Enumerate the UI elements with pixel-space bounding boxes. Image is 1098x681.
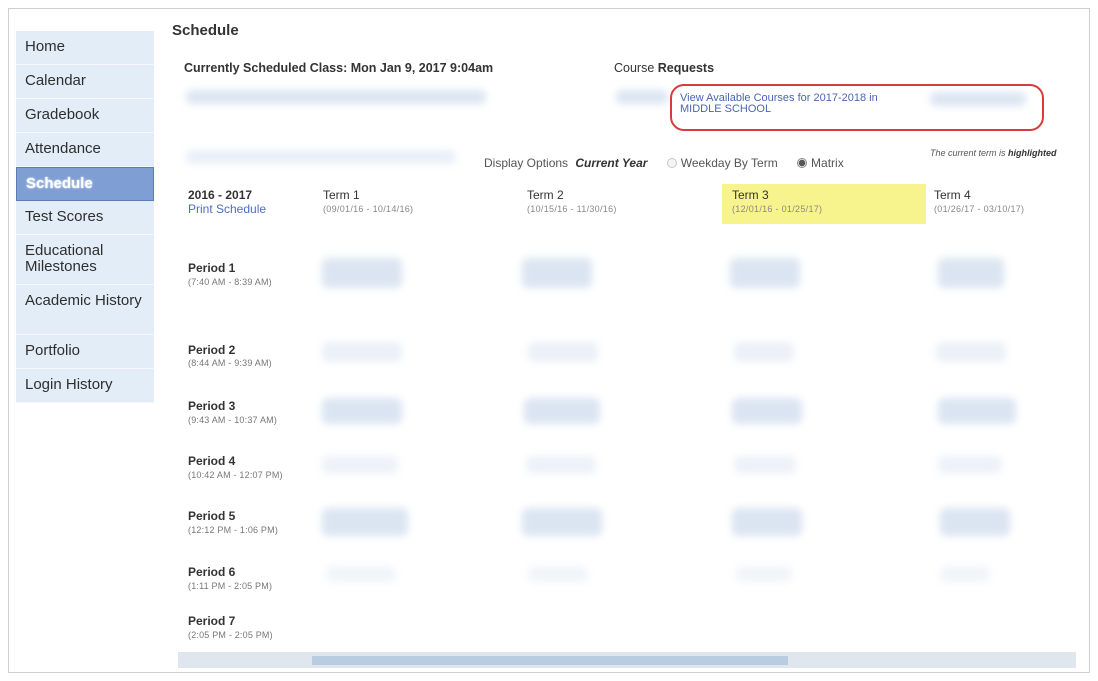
note-prefix: The current term is bbox=[930, 148, 1006, 158]
redacted-class-cell bbox=[522, 508, 602, 536]
requests-label: Requests bbox=[657, 61, 715, 75]
sidebar-item-academic-history[interactable]: Academic History bbox=[16, 285, 154, 335]
display-options: Display Options Current Year Weekday By … bbox=[484, 156, 844, 170]
scheduled-class-text: Currently Scheduled Class: Mon Jan 9, 20… bbox=[184, 61, 494, 75]
period-time: (10:42 AM - 12:07 PM) bbox=[188, 470, 283, 480]
redacted-block bbox=[616, 90, 668, 104]
sidebar-item-portfolio[interactable]: Portfolio bbox=[16, 335, 154, 369]
period-time: (9:43 AM - 10:37 AM) bbox=[188, 415, 278, 425]
redacted-class-cell bbox=[938, 258, 1004, 288]
page-title: Schedule bbox=[172, 22, 239, 39]
term-header: Term 4 bbox=[934, 188, 971, 202]
matrix-option-label[interactable]: Matrix bbox=[811, 156, 844, 170]
redacted-class-cell bbox=[322, 258, 402, 288]
redacted-class-cell bbox=[938, 456, 1002, 474]
current-term-note: The current term is highlighted bbox=[930, 148, 1057, 158]
period-label: Period 7 bbox=[188, 614, 236, 628]
sidebar-item-test-scores[interactable]: Test Scores bbox=[16, 201, 154, 235]
school-year: 2016 - 2017 bbox=[188, 188, 253, 202]
period-label: Period 6 bbox=[188, 565, 236, 579]
redacted-class-cell bbox=[322, 456, 398, 474]
weekday-radio[interactable] bbox=[666, 158, 677, 168]
redacted-class-cell bbox=[936, 342, 1006, 362]
redacted-class-cell bbox=[528, 566, 588, 582]
period-label: Period 4 bbox=[188, 454, 236, 468]
redacted-class-cell bbox=[528, 342, 598, 362]
current-year-label[interactable]: Current Year bbox=[575, 156, 647, 170]
period-label: Period 2 bbox=[188, 343, 236, 357]
period-time: (1:11 PM - 2:05 PM) bbox=[188, 581, 273, 591]
redacted-class-cell bbox=[734, 342, 794, 362]
scrollbar-thumb[interactable] bbox=[312, 656, 788, 665]
period-time: (2:05 PM - 2:05 PM) bbox=[188, 630, 273, 640]
period-label: Period 3 bbox=[188, 399, 236, 413]
redacted-class-cell bbox=[730, 258, 800, 288]
redacted-class-cell bbox=[938, 398, 1016, 424]
course-label: Course bbox=[614, 61, 655, 75]
redacted-class-cell bbox=[322, 508, 408, 536]
view-available-courses-link[interactable]: View Available Courses for 2017-2018 in … bbox=[680, 93, 920, 115]
term-header: Term 1 bbox=[323, 188, 360, 202]
period-time: (7:40 AM - 8:39 AM) bbox=[188, 277, 272, 287]
term-dates: (12/01/16 - 01/25/17) bbox=[732, 204, 823, 214]
course-requests-heading: Course Requests bbox=[614, 61, 714, 75]
redacted-class-cell bbox=[940, 566, 990, 582]
display-options-label: Display Options bbox=[484, 156, 569, 170]
sidebar-item-educational-milestones[interactable]: Educational Milestones bbox=[16, 235, 154, 285]
period-label: Period 5 bbox=[188, 509, 236, 523]
period-label: Period 1 bbox=[188, 261, 236, 275]
redacted-block bbox=[186, 150, 456, 164]
redacted-class-cell bbox=[732, 508, 802, 536]
redacted-class-cell bbox=[326, 566, 396, 582]
redacted-class-cell bbox=[940, 508, 1010, 536]
redacted-class-cell bbox=[522, 258, 592, 288]
redacted-class-cell bbox=[734, 456, 796, 474]
term-header: Term 2 bbox=[527, 188, 564, 202]
weekday-option-label[interactable]: Weekday By Term bbox=[681, 156, 778, 170]
sidebar-item-gradebook[interactable]: Gradebook bbox=[16, 99, 154, 133]
redacted-class-cell bbox=[322, 398, 402, 424]
redacted-class-cell bbox=[526, 456, 596, 474]
sidebar-item-calendar[interactable]: Calendar bbox=[16, 65, 154, 99]
period-time: (8:44 AM - 9:39 AM) bbox=[188, 358, 272, 368]
redacted-class-cell bbox=[736, 566, 792, 582]
sidebar-item-home[interactable]: Home bbox=[16, 31, 154, 65]
sidebar-item-attendance[interactable]: Attendance bbox=[16, 133, 154, 167]
period-time: (12:12 PM - 1:06 PM) bbox=[188, 525, 279, 535]
redacted-class-cell bbox=[322, 342, 402, 362]
redacted-block bbox=[186, 90, 486, 104]
note-highlighted: highlighted bbox=[1008, 148, 1057, 158]
term-header: Term 3 bbox=[732, 188, 769, 202]
print-schedule-link[interactable]: Print Schedule bbox=[188, 202, 266, 216]
matrix-radio[interactable] bbox=[797, 158, 808, 168]
sidebar-item-schedule[interactable]: Schedule bbox=[16, 167, 154, 201]
term-dates: (01/26/17 - 03/10/17) bbox=[934, 204, 1025, 214]
redacted-class-cell bbox=[732, 398, 802, 424]
sidebar-item-login-history[interactable]: Login History bbox=[16, 369, 154, 403]
redacted-class-cell bbox=[524, 398, 600, 424]
sidebar-nav: Home Calendar Gradebook Attendance Sched… bbox=[16, 31, 154, 403]
term-dates: (09/01/16 - 10/14/16) bbox=[323, 204, 414, 214]
term-dates: (10/15/16 - 11/30/16) bbox=[527, 204, 617, 214]
